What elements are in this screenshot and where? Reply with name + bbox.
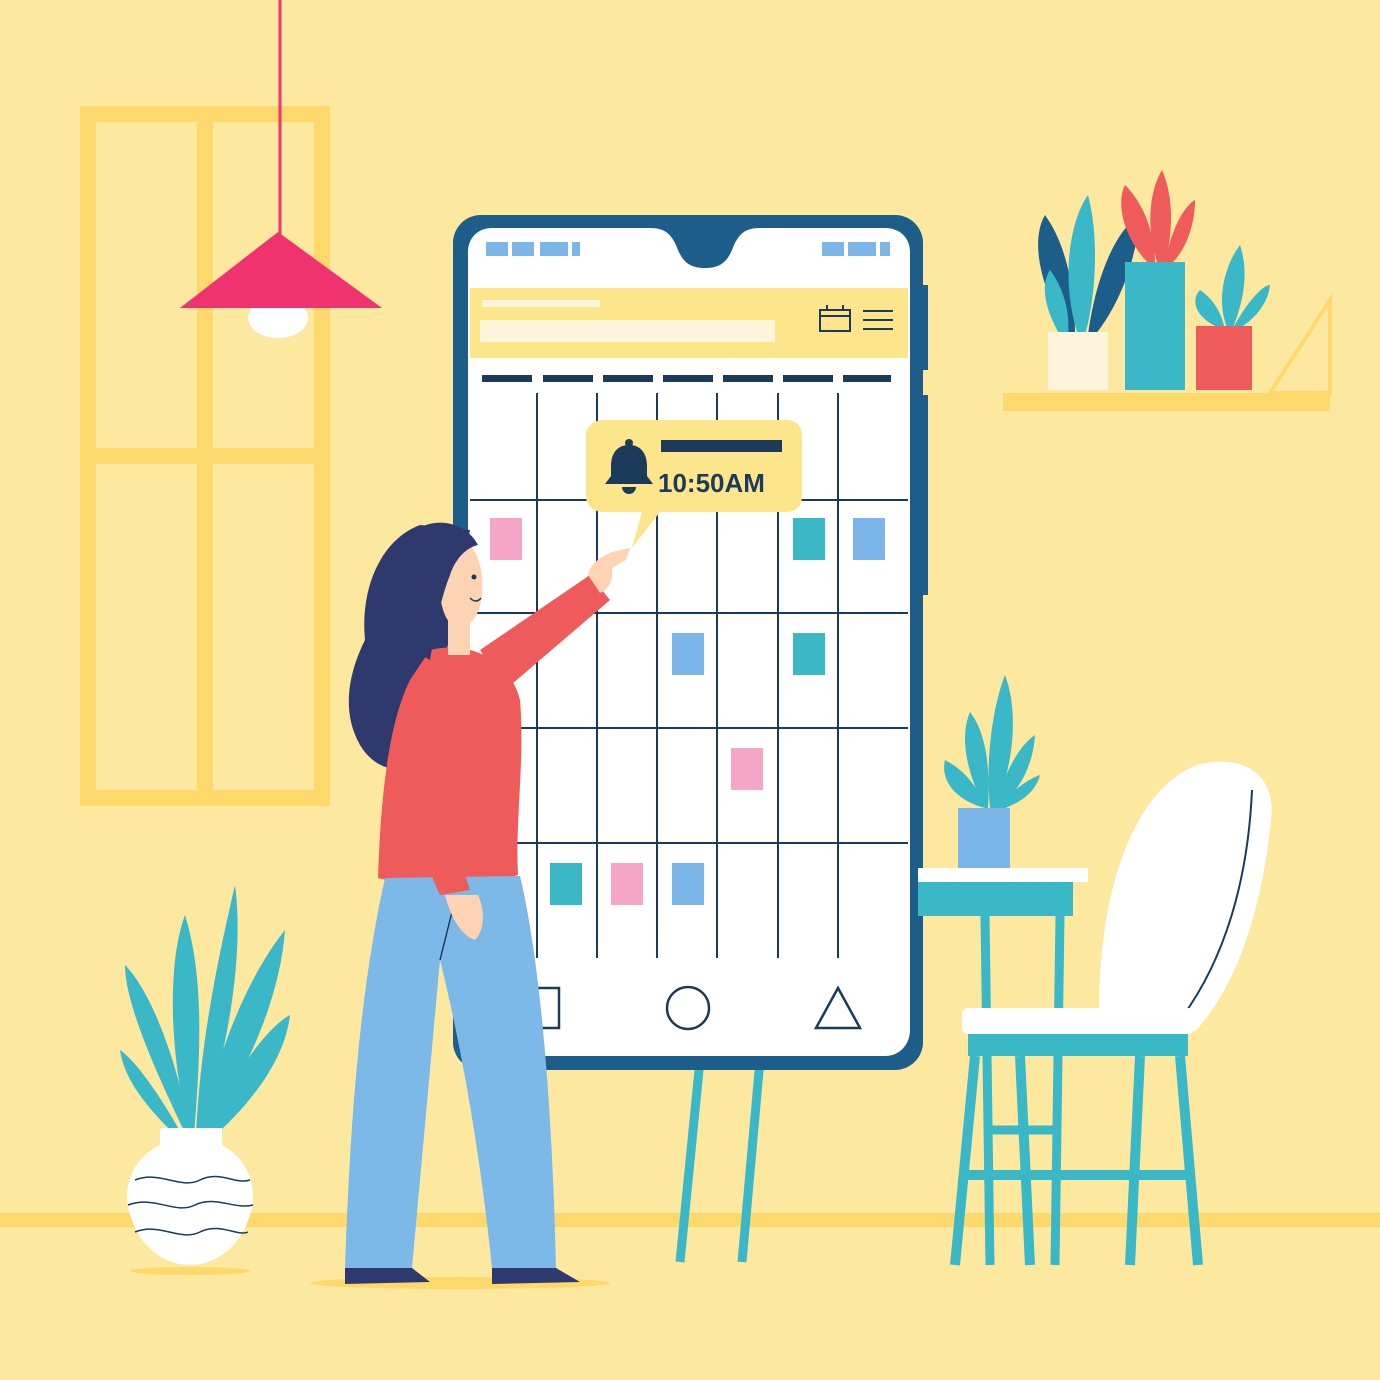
calendar-event[interactable] [672,633,704,675]
calendar-event[interactable] [793,518,825,560]
calendar-event[interactable] [611,863,643,905]
front-camera [682,240,696,254]
calendar-event[interactable] [490,518,522,560]
illustration: 10:50AM [0,0,1380,1380]
calendar-event[interactable] [853,518,885,560]
calendar-event[interactable] [793,633,825,675]
calendar-event[interactable] [731,748,763,790]
calendar-header [470,288,908,358]
calendar-event[interactable] [550,863,582,905]
calendar-event[interactable] [672,863,704,905]
reminder-title-placeholder [661,440,782,452]
reminder-time: 10:50AM [658,468,765,498]
header-title-placeholder [482,300,600,307]
weekday-header-bars [482,375,891,382]
header-subtitle-placeholder [480,320,775,342]
